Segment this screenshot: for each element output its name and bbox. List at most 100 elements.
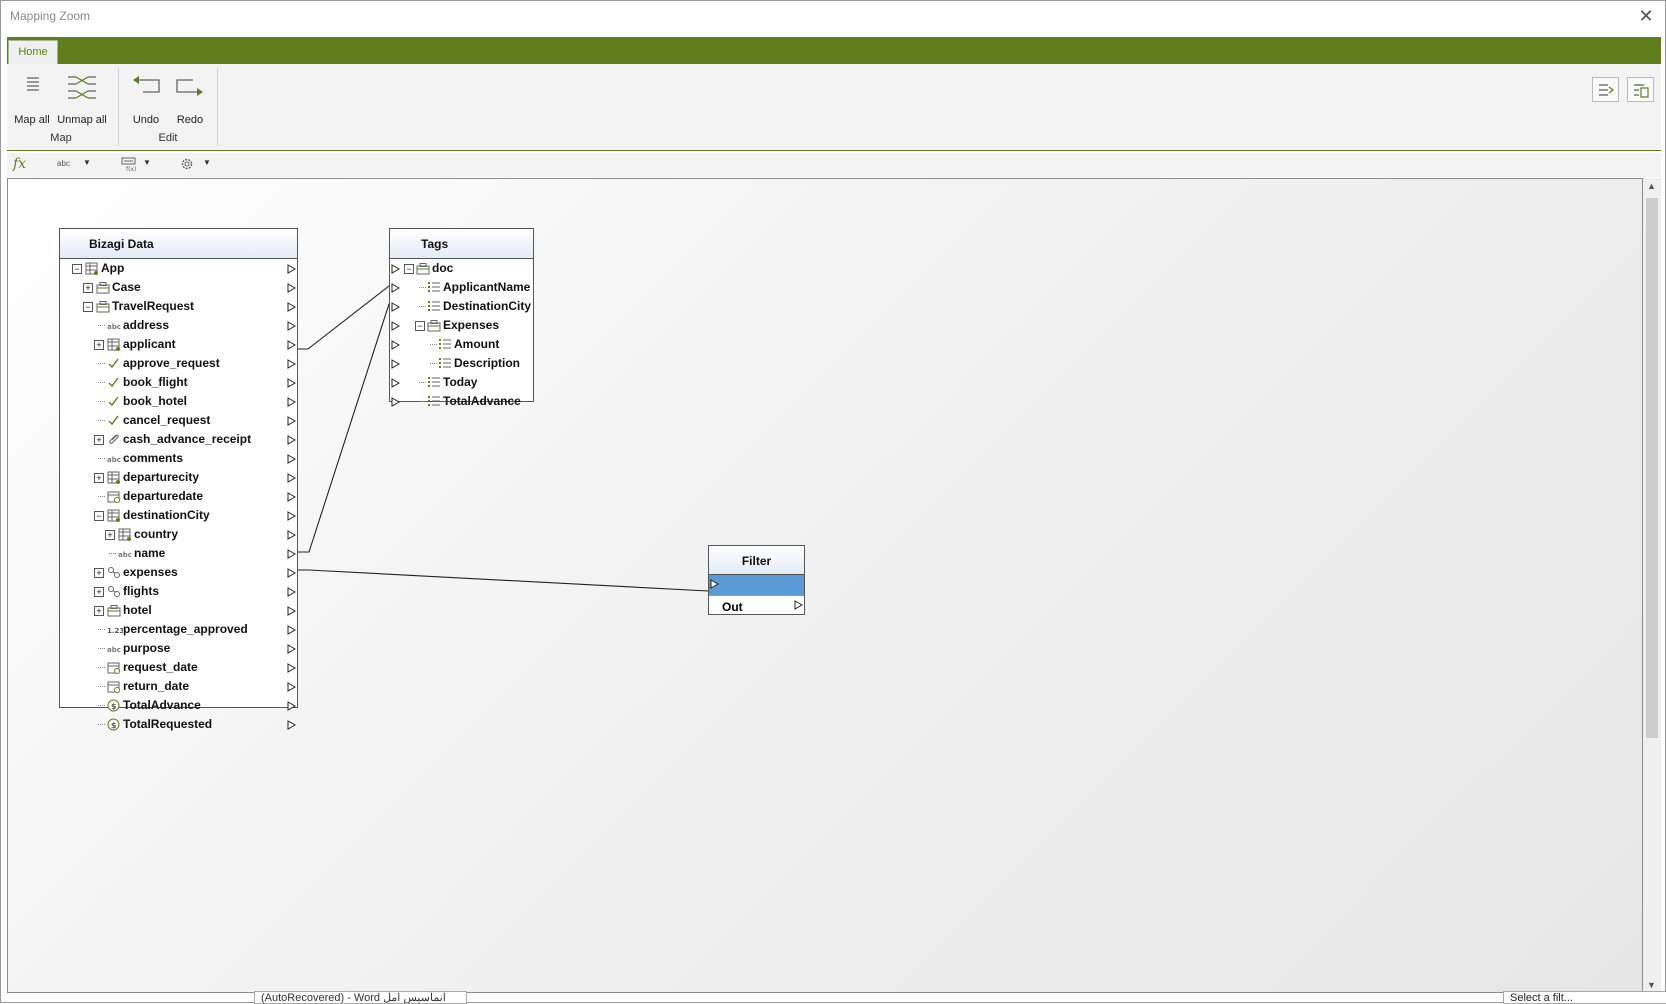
expand-icon[interactable]: +	[94, 568, 104, 578]
layout-left-button[interactable]	[1592, 77, 1619, 102]
output-port-icon[interactable]	[287, 339, 297, 353]
expand-icon[interactable]: +	[105, 530, 115, 540]
tags-node[interactable]: Tags − doc ApplicantName DestinationCity − Ex…	[389, 228, 534, 408]
bizagi-row-departuredate[interactable]: departuredate	[60, 487, 297, 506]
vertical-scrollbar[interactable]: ▲ ▼	[1643, 178, 1661, 993]
bizagi-row-applicant[interactable]: + applicant	[60, 335, 297, 354]
undo-button[interactable]: Undo	[127, 70, 165, 128]
bizagi-row-totalrequested[interactable]: $ TotalRequested	[60, 715, 297, 734]
bizagi-row-expenses[interactable]: + expenses	[60, 563, 297, 582]
filter-input-row[interactable]	[709, 575, 804, 595]
bizagi-row-cancel-request[interactable]: cancel_request	[60, 411, 297, 430]
chevron-down-icon[interactable]: ▼	[143, 158, 151, 167]
output-port-icon[interactable]	[287, 567, 297, 581]
tags-row-today[interactable]: Today	[390, 373, 533, 392]
unmap-all-button[interactable]: Unmap all	[55, 70, 109, 128]
output-port-icon[interactable]	[287, 643, 297, 657]
input-port-icon[interactable]	[391, 339, 401, 353]
input-port-icon[interactable]	[391, 358, 401, 372]
output-port-icon[interactable]	[287, 605, 297, 619]
output-port-icon[interactable]	[287, 377, 297, 391]
tags-row-totaladvance[interactable]: TotalAdvance	[390, 392, 533, 411]
input-port-icon[interactable]	[391, 377, 401, 391]
expand-icon[interactable]: +	[94, 473, 104, 483]
tab-home[interactable]: Home	[8, 40, 58, 64]
bizagi-row-address[interactable]: abc address	[60, 316, 297, 335]
output-port-icon[interactable]	[287, 415, 297, 429]
chevron-down-icon[interactable]: ▼	[203, 158, 211, 167]
output-port-icon[interactable]	[287, 510, 297, 524]
input-port-icon[interactable]	[391, 320, 401, 334]
bizagi-row-approve-request[interactable]: approve_request	[60, 354, 297, 373]
function-icon[interactable]: fx	[13, 156, 26, 174]
format-dropdown[interactable]: f(x)	[121, 156, 137, 174]
output-port-icon[interactable]	[287, 681, 297, 695]
scroll-down-icon[interactable]: ▼	[1647, 980, 1656, 990]
output-port-icon[interactable]	[287, 548, 297, 562]
bizagi-row-book-flight[interactable]: book_flight	[60, 373, 297, 392]
bizagi-row-return-date[interactable]: return_date	[60, 677, 297, 696]
redo-button[interactable]: Redo	[171, 70, 209, 128]
input-port-icon[interactable]	[391, 301, 401, 315]
bizagi-row-book-hotel[interactable]: book_hotel	[60, 392, 297, 411]
bizagi-row-comments[interactable]: abc comments	[60, 449, 297, 468]
output-port-icon[interactable]	[287, 396, 297, 410]
collapse-icon[interactable]: −	[415, 321, 425, 331]
collapse-icon[interactable]: −	[72, 264, 82, 274]
bizagi-row-cash-advance-receipt[interactable]: + cash_advance_receipt	[60, 430, 297, 449]
output-port-icon[interactable]	[287, 491, 297, 505]
output-port-icon[interactable]	[287, 453, 297, 467]
layout-right-button[interactable]	[1627, 77, 1654, 102]
chevron-down-icon[interactable]: ▼	[83, 158, 91, 167]
output-port-icon[interactable]	[287, 700, 297, 714]
bizagi-row-travelrequest[interactable]: − TravelRequest	[60, 297, 297, 316]
close-icon[interactable]: ✕	[1635, 5, 1657, 27]
bizagi-row-flights[interactable]: + flights	[60, 582, 297, 601]
output-port-icon[interactable]	[287, 624, 297, 638]
bizagi-data-node[interactable]: Bizagi Data − App + Case − TravelRequest abc ad…	[59, 228, 298, 731]
bizagi-row-hotel[interactable]: + hotel	[60, 601, 297, 620]
expand-icon[interactable]: +	[94, 435, 104, 445]
settings-dropdown[interactable]	[179, 156, 195, 174]
bizagi-row-case[interactable]: + Case	[60, 278, 297, 297]
tags-row-amount[interactable]: Amount	[390, 335, 533, 354]
bizagi-row-destinationcity[interactable]: − destinationCity	[60, 506, 297, 525]
output-port-icon[interactable]	[287, 529, 297, 543]
expand-icon[interactable]: +	[94, 587, 104, 597]
bizagi-row-country[interactable]: + country	[60, 525, 297, 544]
mapping-canvas[interactable]: Bizagi Data − App + Case − TravelRequest abc ad…	[7, 178, 1643, 993]
tags-row-description[interactable]: Description	[390, 354, 533, 373]
bizagi-row-name[interactable]: abc name	[60, 544, 297, 563]
bizagi-row-purpose[interactable]: abc purpose	[60, 639, 297, 658]
tags-row-expenses[interactable]: − Expenses	[390, 316, 533, 335]
tags-row-destinationcity[interactable]: DestinationCity	[390, 297, 533, 316]
scroll-up-icon[interactable]: ▲	[1647, 181, 1656, 191]
input-port-icon[interactable]	[391, 396, 401, 410]
scrollbar-thumb[interactable]	[1646, 198, 1658, 738]
filter-node[interactable]: Filter Out	[708, 545, 805, 615]
output-port-icon[interactable]	[287, 282, 297, 296]
input-port-icon[interactable]	[391, 282, 401, 296]
output-port-icon[interactable]	[287, 320, 297, 334]
filter-output-row[interactable]: Out	[709, 595, 804, 615]
map-all-button[interactable]: Map all	[11, 70, 53, 128]
expand-icon[interactable]: +	[94, 340, 104, 350]
collapse-icon[interactable]: −	[94, 511, 104, 521]
output-port-icon[interactable]	[287, 662, 297, 676]
bizagi-row-app[interactable]: − App	[60, 259, 297, 278]
tags-row-applicantname[interactable]: ApplicantName	[390, 278, 533, 297]
output-port-icon[interactable]	[287, 434, 297, 448]
text-type-dropdown[interactable]: abc	[57, 159, 70, 177]
expand-icon[interactable]: +	[83, 283, 93, 293]
output-port-icon[interactable]	[287, 719, 297, 733]
bizagi-row-totaladvance[interactable]: $ TotalAdvance	[60, 696, 297, 715]
bizagi-row-request-date[interactable]: request_date	[60, 658, 297, 677]
collapse-icon[interactable]: −	[83, 302, 93, 312]
output-port-icon[interactable]	[287, 301, 297, 315]
input-port-icon[interactable]	[391, 263, 401, 277]
word-window-peek[interactable]: (AutoRecovered) - Word انماسيس امل	[254, 991, 467, 1004]
output-port-icon[interactable]	[287, 263, 297, 277]
expand-icon[interactable]: +	[94, 606, 104, 616]
bizagi-row-departurecity[interactable]: + departurecity	[60, 468, 297, 487]
output-port-icon[interactable]	[287, 472, 297, 486]
